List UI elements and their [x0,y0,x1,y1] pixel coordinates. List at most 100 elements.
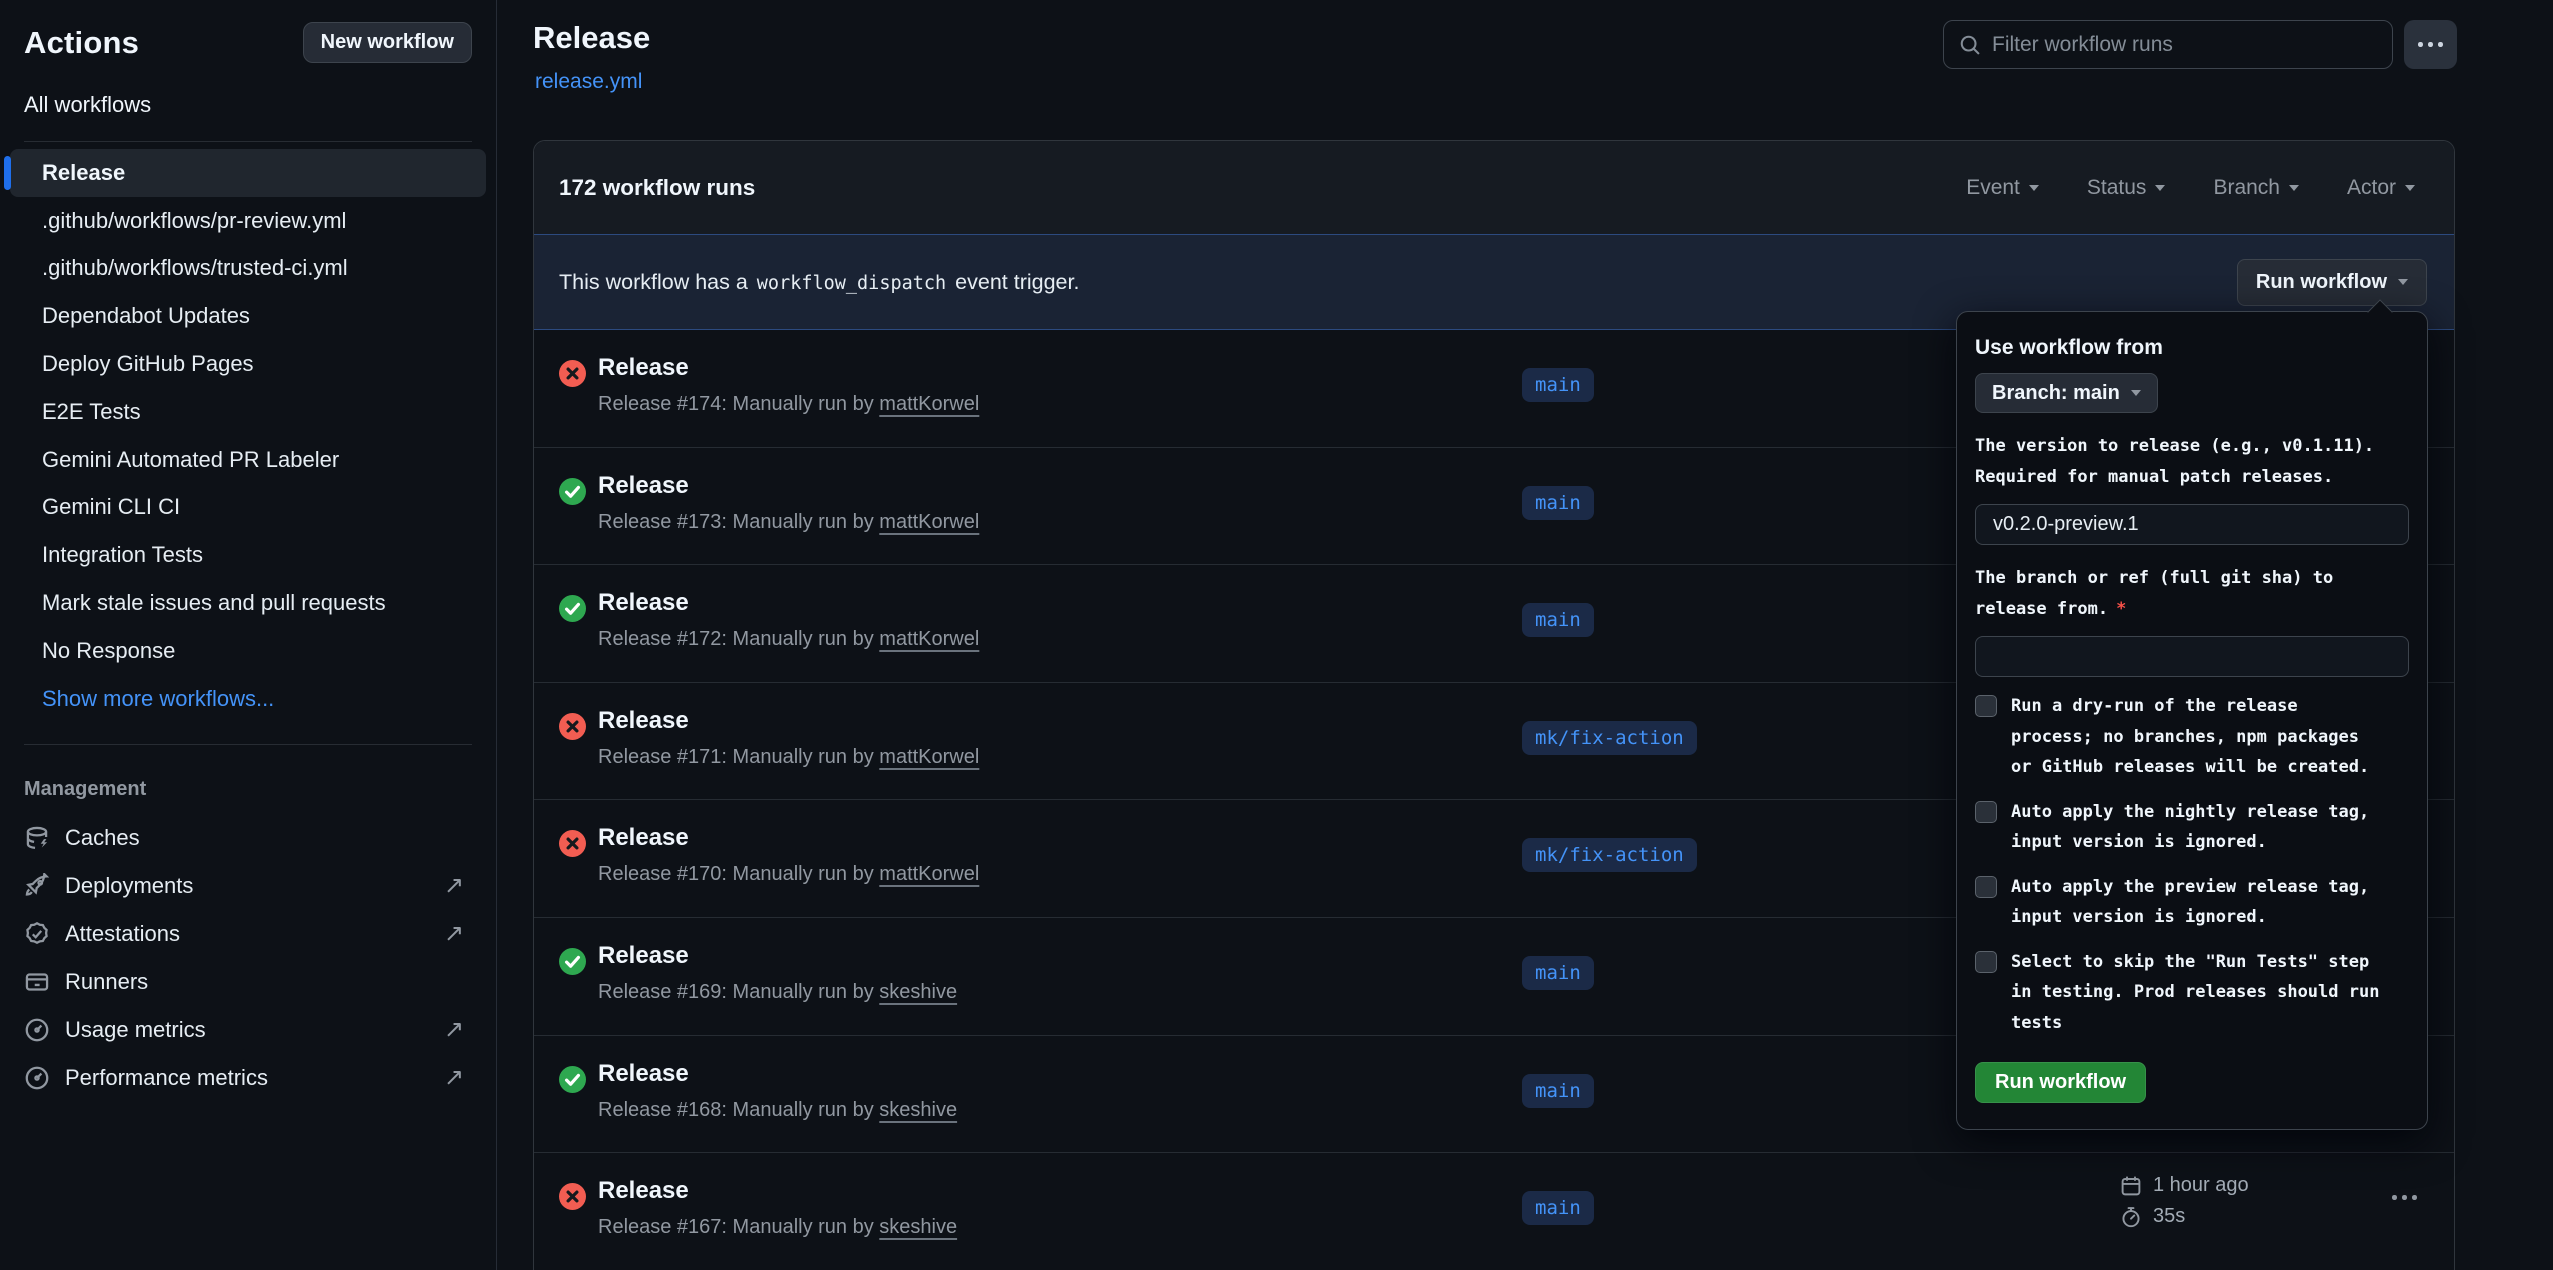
management-icon [24,1017,50,1043]
run-title-link[interactable]: Release [598,707,689,735]
sidebar-divider [24,141,472,142]
new-workflow-button[interactable]: New workflow [303,22,472,63]
search-icon [1959,34,1981,56]
sidebar-workflow-item[interactable]: E2E Tests [10,388,486,436]
show-more-workflows-link[interactable]: Show more workflows... [24,675,472,723]
run-actor-link[interactable]: mattKorwel [879,863,979,885]
branch-label[interactable]: mk/fix-action [1522,721,1697,755]
sidebar-management-item[interactable]: Runners [24,958,472,1006]
ref-input[interactable] [1975,636,2409,677]
run-title-link[interactable]: Release [598,942,689,970]
run-actor-link[interactable]: skeshive [879,1099,957,1121]
external-link-icon: ↗ [444,871,464,900]
sidebar-workflow-item[interactable]: Dependabot Updates [10,292,486,340]
checkbox-row[interactable]: Auto apply the preview release tag, inpu… [1975,872,2409,933]
sidebar-workflow-item[interactable]: Gemini CLI CI [10,484,486,532]
sidebar-management-item[interactable]: Usage metrics ↗ [24,1006,472,1054]
filter-workflow-runs-search[interactable] [1943,20,2393,69]
run-status-icon [559,948,586,975]
checkbox-row[interactable]: Run a dry-run of the release process; no… [1975,691,2409,783]
run-duration: 35s [2153,1205,2185,1228]
run-actor-link[interactable]: skeshive [879,981,957,1003]
run-actor-link[interactable]: skeshive [879,1216,957,1238]
run-actor-link[interactable]: mattKorwel [879,511,979,533]
run-title-link[interactable]: Release [598,1060,689,1088]
sidebar-workflow-item[interactable]: Mark stale issues and pull requests [10,579,486,627]
workflow-item-label: Mark stale issues and pull requests [42,590,386,616]
branch-label[interactable]: main [1522,956,1594,990]
workflow-item-label: No Response [42,638,175,664]
github-actions-page: Actions New workflow All workflows Relea… [0,0,2553,1270]
filter-dropdown[interactable]: Status [2087,176,2166,200]
workflow-file-link[interactable]: release.yml [535,70,642,94]
management-item-label: Attestations [65,921,180,947]
sidebar-management-item[interactable]: Attestations ↗ [24,910,472,958]
run-workflow-dropdown-button[interactable]: Run workflow [2237,259,2427,306]
filter-label: Branch [2213,176,2280,200]
workflow-item-label: Gemini CLI CI [42,494,180,520]
branch-label[interactable]: main [1522,368,1594,402]
actions-title: Actions [24,25,139,61]
run-title-link[interactable]: Release [598,1177,689,1205]
branch-label[interactable]: main [1522,486,1594,520]
run-actor-link[interactable]: mattKorwel [879,628,979,650]
sidebar-workflow-item[interactable]: No Response [10,627,486,675]
checkbox-row[interactable]: Auto apply the nightly release tag, inpu… [1975,797,2409,858]
checkbox[interactable] [1975,951,1997,973]
sidebar-workflow-item[interactable]: Integration Tests [10,531,486,579]
checkbox[interactable] [1975,876,1997,898]
sidebar-management-item[interactable]: Caches [24,814,472,862]
branch-label[interactable]: mk/fix-action [1522,838,1697,872]
sidebar-workflow-item[interactable]: Release [10,149,486,197]
workflow-run-row[interactable]: Release Release #167: Manually run by sk… [534,1153,2454,1270]
filter-dropdown[interactable]: Event [1966,176,2039,200]
run-workflow-submit-button[interactable]: Run workflow [1975,1062,2146,1103]
run-status-icon [559,595,586,622]
branch-label[interactable]: main [1522,1074,1594,1108]
search-input[interactable] [1992,33,2377,57]
kebab-icon [2418,42,2423,47]
run-time: 1 hour ago [2153,1174,2249,1197]
sidebar-divider [24,744,472,745]
success-check-icon [559,595,586,622]
run-title-link[interactable]: Release [598,472,689,500]
sidebar-management-item[interactable]: Deployments ↗ [24,862,472,910]
run-title-link[interactable]: Release [598,589,689,617]
checkbox-label: Run a dry-run of the release process; no… [2011,691,2369,783]
branch-selector-button[interactable]: Branch: main [1975,373,2158,413]
management-icon [24,1065,50,1091]
filter-dropdown[interactable]: Branch [2213,176,2299,200]
chevron-down-icon [2398,279,2408,285]
run-filters: Event Status Branch Actor [1966,176,2429,200]
sidebar-workflow-item[interactable]: .github/workflows/pr-review.yml [10,197,486,245]
sidebar-workflow-item[interactable]: Gemini Automated PR Labeler [10,436,486,484]
checkbox-row[interactable]: Select to skip the "Run Tests" step in t… [1975,947,2409,1039]
branch-label[interactable]: main [1522,1191,1594,1225]
version-input[interactable] [1975,504,2409,545]
branch-label[interactable]: main [1522,603,1594,637]
run-description: Release #174: Manually run by mattKorwel [598,393,979,416]
success-check-icon [559,478,586,505]
sidebar-workflow-item[interactable]: Deploy GitHub Pages [10,340,486,388]
checkbox-label: Auto apply the preview release tag, inpu… [2011,872,2369,933]
run-kebab-menu[interactable] [2392,1195,2417,1200]
checkbox[interactable] [1975,695,1997,717]
failure-x-icon [559,830,586,857]
external-link-icon: ↗ [444,1015,464,1044]
filter-dropdown[interactable]: Actor [2347,176,2415,200]
sidebar-workflow-item[interactable]: .github/workflows/trusted-ci.yml [10,245,486,293]
success-check-icon [559,948,586,975]
page-kebab-menu-button[interactable] [2404,20,2457,69]
workflow-runs-count: 172 workflow runs [559,175,755,201]
run-title-link[interactable]: Release [598,824,689,852]
run-title-link[interactable]: Release [598,354,689,382]
management-icon [24,969,50,995]
run-workflow-popover: Use workflow from Branch: main The versi… [1956,311,2428,1130]
management-section-label: Management [24,778,472,806]
sidebar-item-all-workflows[interactable]: All workflows [24,90,472,120]
run-actor-link[interactable]: mattKorwel [879,746,979,768]
filter-label: Actor [2347,176,2396,200]
sidebar-management-item[interactable]: Performance metrics ↗ [24,1054,472,1102]
checkbox[interactable] [1975,801,1997,823]
run-actor-link[interactable]: mattKorwel [879,393,979,415]
